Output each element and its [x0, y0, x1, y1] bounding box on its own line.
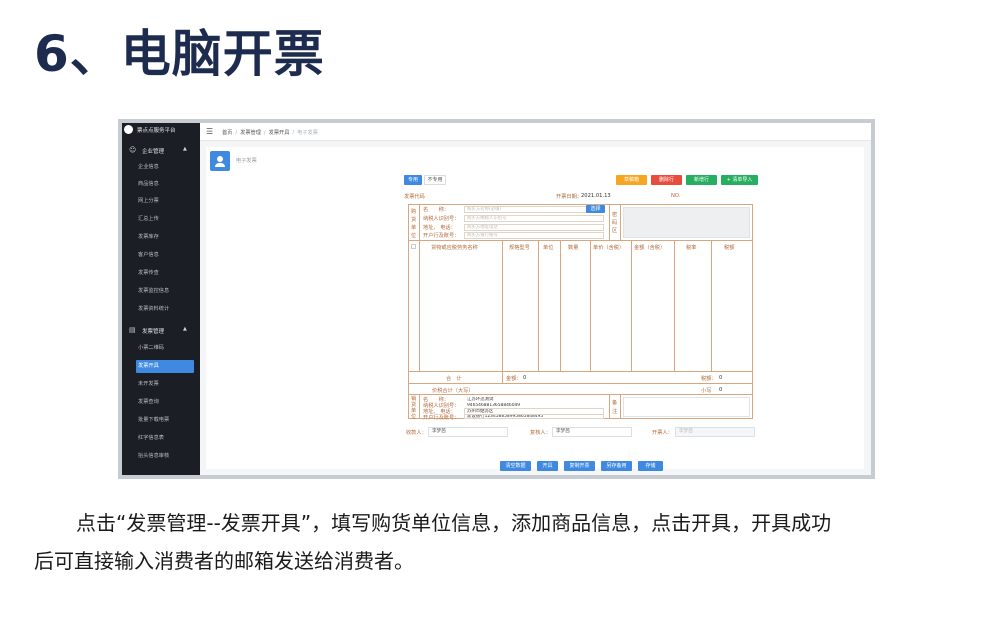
grand-total-label: 价税合计（大写） — [432, 388, 474, 394]
sidebar-item-issue-invoice[interactable]: 发票开具 — [136, 360, 194, 373]
clear-data-button[interactable]: 清空数据 — [500, 461, 531, 471]
grand-small-label: 小写 — [701, 388, 712, 394]
payee-label: 收款人： — [406, 430, 427, 436]
breadcrumb-invoice-mgmt[interactable]: 发票管理 — [240, 130, 261, 136]
breadcrumb-issue[interactable]: 发票开具 — [269, 130, 290, 136]
delete-row-button[interactable]: 删除行 — [651, 175, 682, 185]
main-content: 电子发票 专用 不专用 草稿箱 删除行 新增行 + 清单导入 发票代码 开票日期… — [200, 141, 871, 475]
total-label: 合 计 — [446, 376, 462, 382]
sidebar-item-enterprise-info[interactable]: 企业信息 — [136, 161, 200, 174]
buyer-addr-label: 地址、 电话： — [423, 225, 456, 231]
drawer-label: 开票人： — [652, 430, 673, 436]
buyer-bank-label: 开户行及账号： — [423, 233, 460, 239]
sidebar-item-goods-info[interactable]: 商品信息 — [136, 178, 200, 191]
secret-area — [623, 207, 750, 238]
sidebar-item-invoice-check[interactable]: 发票传查 — [136, 267, 200, 280]
reviewer-label: 复核人： — [530, 430, 551, 436]
tax-total-label: 税额： — [701, 376, 717, 382]
grand-small-value: 0 — [719, 387, 723, 393]
col-unit-price: 单价（含税） — [593, 245, 625, 251]
topbar: ☰ 首页 / 发票管理 / 发票开具 / 电子发票 — [200, 123, 871, 141]
user-icon — [210, 151, 230, 171]
sidebar-group-invoice[interactable]: ▤ 发票管理 ▲ — [122, 323, 200, 337]
sidebar-item-invoice-query[interactable]: 发票查询 — [136, 396, 200, 409]
tax-total-value: 0 — [719, 375, 723, 381]
seller-bank-value: 建设银行123458858995865848495 — [464, 414, 604, 419]
buyer-section-label: 购 货 单 位 — [411, 209, 417, 239]
users-icon: ☺ — [129, 146, 137, 154]
seller-bank-label: 开户行及账号： — [423, 415, 460, 421]
remark-input[interactable] — [623, 397, 750, 417]
col-spec: 规格型号 — [509, 245, 530, 251]
remark-label: 备 注 — [612, 400, 618, 415]
buyer-tax-label: 纳税人识别号： — [423, 216, 460, 222]
sidebar-item-red-info[interactable]: 红字信息表 — [136, 432, 200, 445]
select-buyer-button[interactable]: 选择 — [586, 205, 605, 213]
invoice-date-value: 2021.01.13 — [581, 193, 611, 199]
sidebar-item-unissued[interactable]: 未开发票 — [136, 378, 200, 391]
breadcrumb-home[interactable]: 首页 — [222, 130, 232, 136]
sidebar-item-summary-upload[interactable]: 汇总上传 — [136, 213, 200, 226]
breadcrumb: 首页 / 发票管理 / 发票开具 / 电子发票 — [222, 130, 318, 136]
screenshot-frame: 票点点服务平台 ☺ 企业管理 ▲ 企业信息 商品信息 网上分票 汇总上传 发票库… — [118, 119, 875, 479]
caption: 点击“发票管理--发票开具”，填写购货单位信息，添加商品信息，点击开具，开具成功… — [34, 504, 974, 580]
col-qty: 数量 — [568, 245, 579, 251]
copy-invoice-button[interactable]: 复制开票 — [564, 461, 595, 471]
sidebar-group-label: 企业管理 — [142, 149, 165, 155]
col-tax-rate: 税率 — [686, 245, 697, 251]
reviewer-input[interactable]: 李梦茜 — [552, 427, 632, 437]
sidebar-item-invoice-monitor[interactable]: 发票监控信息 — [136, 285, 200, 298]
secret-area-label: 密 码 区 — [612, 212, 618, 234]
sidebar-item-customer-info[interactable]: 客户信息 — [136, 249, 200, 262]
tab-special[interactable]: 专用 — [404, 175, 422, 185]
caption-line-2: 后可直接输入消费者的邮箱发送给消费者。 — [34, 549, 414, 573]
app-window: 票点点服务平台 ☺ 企业管理 ▲ 企业信息 商品信息 网上分票 汇总上传 发票库… — [122, 123, 871, 475]
col-unit: 单位 — [543, 245, 554, 251]
sidebar-group-label: 发票管理 — [142, 329, 165, 335]
save-button[interactable]: 存储 — [638, 461, 663, 471]
save-as-button[interactable]: 另存备用 — [601, 461, 632, 471]
select-all-checkbox[interactable] — [411, 244, 416, 249]
sidebar-item-title-review[interactable]: 抬头信息审核 — [136, 450, 200, 463]
sidebar-group-enterprise[interactable]: ☺ 企业管理 ▲ — [122, 143, 200, 157]
breadcrumb-current: 电子发票 — [297, 130, 318, 136]
app-logo-icon — [124, 125, 133, 134]
col-tax: 税额 — [724, 245, 735, 251]
document-icon: ▤ — [129, 326, 136, 334]
invoice-code-label: 发票代码 — [404, 194, 425, 200]
buyer-name-label: 名 称： — [423, 207, 449, 213]
buyer-addr-input[interactable]: 购买方地址电话 — [464, 224, 604, 231]
invoice-date-label: 开票日期： — [556, 194, 582, 200]
app-name: 票点点服务平台 — [137, 128, 176, 134]
buyer-bank-input[interactable]: 购买方银行账号 — [464, 232, 604, 239]
amount-label: 金额： — [506, 376, 522, 382]
sidebar-item-invoice-stats[interactable]: 发票资料统计 — [136, 303, 200, 316]
col-amount: 金额（含税） — [634, 245, 666, 251]
import-list-button[interactable]: + 清单导入 — [721, 175, 758, 185]
sidebar-item-batch-download[interactable]: 批量下载电票 — [136, 414, 200, 427]
sidebar-item-receipt-qrcode[interactable]: 小票二维码 — [136, 342, 200, 355]
seller-section-label: 销 货 单 位 — [411, 396, 417, 420]
col-goods-name: 货物或应税劳务名称 — [431, 245, 478, 251]
buyer-tax-input[interactable]: 购买方纳税人识别号 — [464, 215, 604, 222]
chevron-up-icon: ▲ — [183, 326, 187, 332]
buyer-name-input[interactable]: 购买方名称(必填) — [464, 206, 604, 213]
drawer-input: 李梦茜 — [675, 427, 755, 437]
draft-button[interactable]: 草稿箱 — [616, 175, 647, 185]
caption-line-1: 点击“发票管理--发票开具”，填写购货单位信息，添加商品信息，点击开具，开具成功 — [76, 511, 832, 535]
sidebar-item-online-split[interactable]: 网上分票 — [136, 195, 200, 208]
issue-button[interactable]: 开具 — [537, 461, 558, 471]
chevron-up-icon: ▲ — [183, 146, 187, 152]
sidebar: 票点点服务平台 ☺ 企业管理 ▲ 企业信息 商品信息 网上分票 汇总上传 发票库… — [122, 123, 200, 475]
menu-icon[interactable]: ☰ — [206, 127, 213, 136]
invoice-card: 电子发票 专用 不专用 草稿箱 删除行 新增行 + 清单导入 发票代码 开票日期… — [206, 147, 864, 471]
sidebar-item-invoice-stock[interactable]: 发票库存 — [136, 231, 200, 244]
add-row-button[interactable]: 新增行 — [686, 175, 717, 185]
payee-input[interactable]: 李梦茜 — [428, 427, 508, 437]
amount-value: 0 — [523, 375, 527, 381]
tab-normal[interactable]: 不专用 — [424, 175, 446, 185]
card-title: 电子发票 — [236, 158, 257, 164]
invoice-no-label: NO. — [671, 193, 681, 199]
page-title: 6、电脑开票 — [34, 25, 325, 83]
